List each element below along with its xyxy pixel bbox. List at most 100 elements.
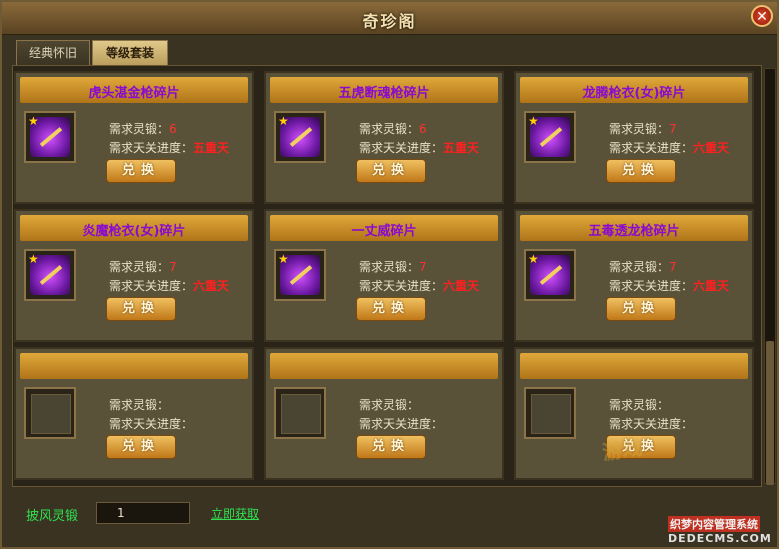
close-button[interactable]: ✕ [751, 5, 773, 27]
item-slot[interactable]: ★ [524, 111, 576, 163]
item-slot[interactable]: ★ [274, 111, 326, 163]
exchange-button[interactable]: 兑换 [356, 159, 426, 183]
tab-classic-nostalgia[interactable]: 经典怀旧 [16, 40, 90, 66]
required-level-row: 需求灵锻：7 [609, 258, 677, 275]
required-stage-label: 需求天关进度： [609, 417, 694, 431]
item-slot[interactable]: ★ [274, 249, 326, 301]
required-level-value: 6 [169, 122, 177, 136]
exchange-button[interactable]: 兑换 [106, 297, 176, 321]
star-icon: ★ [278, 114, 289, 128]
required-stage-label: 需求天关进度： [359, 279, 444, 293]
treasure-pavilion-window: 奇珍阁 ✕ 经典怀旧 等级套装 虎头湛金枪碎片 ★ 需求灵锻：6 需求天关进度：五重天… [0, 0, 779, 549]
required-stage-row: 需求天关进度：五重天 [109, 139, 229, 156]
star-icon: ★ [278, 252, 289, 266]
tab-level-set[interactable]: 等级套装 [92, 40, 168, 66]
required-level-label: 需求灵锻： [109, 122, 170, 136]
required-stage-row: 需求天关进度：六重天 [609, 139, 729, 156]
card-header: 一丈威碎片 [270, 215, 498, 241]
required-stage-label: 需求天关进度： [609, 279, 694, 293]
star-icon: ★ [528, 114, 539, 128]
scrollbar[interactable] [764, 68, 776, 485]
exchange-button[interactable]: 兑换 [106, 435, 176, 459]
required-stage-label: 需求天关进度： [109, 279, 194, 293]
required-level-row: 需求灵锻：7 [109, 258, 177, 275]
titlebar[interactable]: 奇珍阁 ✕ [2, 2, 777, 35]
required-level-label: 需求灵锻： [359, 122, 420, 136]
required-level-label: 需求灵锻： [359, 260, 420, 274]
exchange-card: 五虎断魂枪碎片 ★ 需求灵锻：6 需求天关进度：五重天兑换 [264, 71, 504, 204]
required-level-label: 需求灵锻： [609, 122, 670, 136]
required-stage-row: 需求天关进度：六重天 [359, 277, 479, 294]
item-name: 虎头湛金枪碎片 [88, 86, 180, 101]
empty-slot [531, 394, 571, 434]
scrollbar-thumb[interactable] [766, 341, 774, 485]
required-level-row: 需求灵锻：7 [359, 258, 427, 275]
required-level-row: 需求灵锻：7 [609, 120, 677, 137]
exchange-card: 一丈威碎片 ★ 需求灵锻：7 需求天关进度：六重天兑换 [264, 209, 504, 342]
item-slot[interactable]: ★ [24, 249, 76, 301]
required-level-label: 需求灵锻： [609, 398, 670, 412]
required-stage-row: 需求天关进度：六重天 [109, 277, 229, 294]
required-stage-row: 需求天关进度： [359, 415, 443, 432]
required-stage-label: 需求天关进度： [109, 417, 194, 431]
required-level-row: 需求灵锻： [109, 396, 169, 413]
item-slot[interactable] [524, 387, 576, 439]
star-icon: ★ [28, 252, 39, 266]
required-level-label: 需求灵锻： [109, 260, 170, 274]
exchange-button[interactable]: 兑换 [106, 159, 176, 183]
item-slot[interactable] [274, 387, 326, 439]
star-icon: ★ [528, 252, 539, 266]
required-level-row: 需求灵锻： [609, 396, 669, 413]
exchange-card: 五毒透龙枪碎片 ★ 需求灵锻：7 需求天关进度：六重天兑换 [514, 209, 754, 342]
required-level-value: 6 [419, 122, 427, 136]
required-level-value: 7 [669, 260, 677, 274]
exchange-button[interactable]: 兑换 [356, 297, 426, 321]
required-level-row: 需求灵锻： [359, 396, 419, 413]
required-stage-label: 需求天关进度： [109, 141, 194, 155]
required-level-row: 需求灵锻：6 [109, 120, 177, 137]
required-level-label: 需求灵锻： [609, 260, 670, 274]
required-stage-value: 五重天 [193, 141, 230, 155]
exchange-card: 炎魔枪衣(女)碎片 ★ 需求灵锻：7 需求天关进度：六重天兑换 [14, 209, 254, 342]
watermark-site: DEDECMS.COM [668, 532, 772, 545]
card-header [270, 353, 498, 379]
window-title: 奇珍阁 [362, 12, 417, 31]
item-name: 五毒透龙枪碎片 [588, 224, 680, 239]
cape-level-label: 披风灵锻 [26, 509, 79, 524]
required-stage-row: 需求天关进度： [109, 415, 193, 432]
required-level-value: 7 [669, 122, 677, 136]
card-header: 炎魔枪衣(女)碎片 [20, 215, 248, 241]
required-level-value: 7 [419, 260, 427, 274]
exchange-button[interactable]: 兑换 [606, 297, 676, 321]
required-stage-value: 六重天 [443, 279, 480, 293]
required-stage-row: 需求天关进度：五重天 [359, 139, 479, 156]
exchange-card: 需求灵锻： 需求天关进度： 兑换 [14, 347, 254, 480]
item-name: 一丈威碎片 [351, 224, 417, 239]
item-name: 五虎断魂枪碎片 [338, 86, 430, 101]
required-level-label: 需求灵锻： [359, 398, 420, 412]
exchange-button[interactable]: 兑换 [606, 159, 676, 183]
close-icon: ✕ [756, 9, 768, 25]
watermark-logo: 游戏 [600, 435, 644, 465]
required-stage-value: 六重天 [693, 279, 730, 293]
required-level-row: 需求灵锻：6 [359, 120, 427, 137]
card-header [20, 353, 248, 379]
card-header: 五虎断魂枪碎片 [270, 77, 498, 103]
required-level-value: 7 [169, 260, 177, 274]
exchange-card: 龙腾枪衣(女)碎片 ★ 需求灵锻：7 需求天关进度：六重天兑换 [514, 71, 754, 204]
watermark-cms: 织梦内容管理系统 [668, 516, 760, 532]
claim-now-link[interactable]: 立即获取 [211, 505, 259, 522]
item-slot[interactable] [24, 387, 76, 439]
required-stage-value: 六重天 [693, 141, 730, 155]
cape-level-field[interactable]: 1 [96, 502, 190, 524]
empty-slot [281, 394, 321, 434]
required-stage-label: 需求天关进度： [609, 141, 694, 155]
item-slot[interactable]: ★ [24, 111, 76, 163]
card-header: 虎头湛金枪碎片 [20, 77, 248, 103]
item-slot[interactable]: ★ [524, 249, 576, 301]
star-icon: ★ [28, 114, 39, 128]
card-header: 龙腾枪衣(女)碎片 [520, 77, 748, 103]
exchange-button[interactable]: 兑换 [356, 435, 426, 459]
required-stage-row: 需求天关进度： [609, 415, 693, 432]
required-stage-row: 需求天关进度：六重天 [609, 277, 729, 294]
